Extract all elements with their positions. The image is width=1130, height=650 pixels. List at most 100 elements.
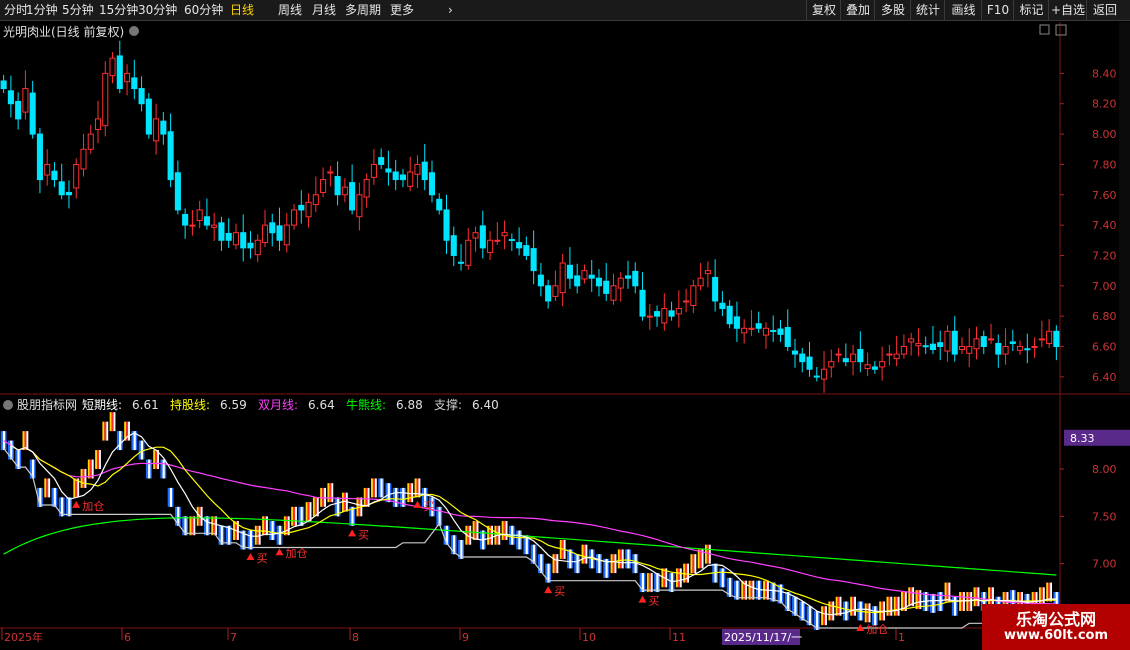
x-axis-label: 8 (352, 631, 359, 644)
diamond-icon[interactable] (1039, 24, 1050, 35)
ind-bar (501, 521, 504, 540)
ind-bar (748, 580, 751, 600)
main-y-label: 7.80 (1092, 158, 1117, 171)
ind-bar (491, 525, 493, 545)
candle-body (661, 308, 668, 324)
candle-body (487, 239, 494, 253)
toolbar-button-5[interactable]: F10 (981, 0, 1014, 20)
candle-body (668, 310, 675, 317)
x-axis-label: 7 (230, 631, 237, 644)
ind-bar (407, 483, 410, 503)
candle-body (370, 163, 377, 178)
ind-bar (772, 582, 775, 602)
toolbar-button-7[interactable]: +自选 (1048, 0, 1087, 20)
candle-body (196, 209, 203, 222)
ind-bar (26, 431, 29, 451)
candle-body (632, 270, 639, 287)
period-tab-5[interactable]: 60分钟 (184, 1, 223, 19)
ind-bar (409, 483, 412, 503)
ind-bar (741, 580, 744, 600)
toolbar-button-4[interactable]: 画线 (944, 0, 982, 20)
ind-bar (215, 516, 218, 536)
ind-bar (106, 421, 109, 441)
cursor-date: 2025/11/17/一 (724, 631, 802, 644)
ind-bar (285, 516, 288, 536)
ind-bar (694, 554, 697, 574)
candle-body (1053, 330, 1060, 347)
period-tab-7[interactable]: 周线 (278, 1, 302, 19)
candle-body (624, 275, 632, 279)
period-tab-9[interactable]: 多周期 (345, 1, 381, 19)
candle-body (995, 342, 1002, 355)
candle-body (1046, 330, 1053, 344)
toolbar-button-3[interactable]: 统计 (910, 0, 945, 20)
candle-body (762, 327, 769, 336)
toolbar-button-2[interactable]: 多股 (874, 0, 911, 20)
ind-bar (371, 478, 373, 498)
candle-body (966, 345, 973, 354)
candle-body (813, 375, 820, 378)
candle-body (174, 172, 181, 211)
candle-body (784, 327, 791, 347)
ind-bar (148, 459, 151, 479)
candles-layer (0, 40, 1060, 393)
period-tab-8[interactable]: 月线 (312, 1, 336, 19)
ind-dropdown-icon[interactable] (3, 400, 13, 410)
ind-label-1: 持股线: (170, 397, 210, 412)
candle-body (900, 345, 907, 355)
candle-body (327, 171, 334, 174)
candle-body (537, 274, 544, 287)
ind-bar (99, 450, 101, 469)
ind-bar (256, 525, 259, 545)
period-tab-6[interactable]: 日线 (230, 1, 254, 19)
ind-bar (283, 516, 286, 536)
chevron-right-icon[interactable]: › (448, 1, 453, 19)
toolbar-button-1[interactable]: 叠加 (840, 0, 875, 20)
ind-bar (648, 573, 651, 593)
main-title: 光明肉业(日线 前复权) (3, 24, 124, 39)
ind-bar (675, 568, 678, 588)
ind-bar (852, 596, 855, 616)
ind-bar (554, 554, 557, 574)
ind-bar (656, 573, 659, 593)
period-tab-1[interactable]: 1分钟 (26, 1, 58, 19)
toolbar-button-6[interactable]: 标记 (1013, 0, 1049, 20)
period-tab-3[interactable]: 15分钟 (99, 1, 138, 19)
candle-body (610, 285, 617, 301)
ind-bar (821, 606, 824, 626)
ind-bar (300, 506, 303, 526)
ind-bar (954, 596, 957, 616)
candle-body (552, 285, 559, 297)
period-tab-0[interactable]: 分时 (4, 1, 28, 19)
period-tab-2[interactable]: 5分钟 (62, 1, 94, 19)
candle-body (639, 289, 646, 317)
candle-body (73, 163, 80, 189)
candle-body (29, 92, 36, 135)
window-icon[interactable] (1055, 24, 1067, 36)
x-axis-label: 1 (898, 631, 905, 644)
candle-body (349, 182, 356, 211)
ind-bar (736, 580, 739, 600)
candle-body (886, 353, 893, 356)
ind-bar (670, 573, 674, 593)
period-tab-4[interactable]: 30分钟 (138, 1, 177, 19)
ind-bar (825, 606, 827, 626)
toolbar-button-0[interactable]: 复权 (806, 0, 841, 20)
period-tab-10[interactable]: 更多 (390, 1, 414, 19)
kline-chart[interactable]: 加仓买 加仓买买买买加仓 8.408.208.007.807.607.407.20… (0, 0, 1130, 650)
candle-body (523, 245, 530, 256)
ind-bar (80, 468, 83, 488)
candle-body (777, 328, 784, 335)
candle-body (690, 285, 697, 307)
ind-label-3: 牛熊线: (346, 397, 386, 412)
ind-bar (866, 603, 869, 623)
candle-body (167, 131, 174, 181)
ind-bar (552, 554, 555, 574)
ind-bar (973, 587, 976, 607)
toolbar-button-8[interactable]: 返回 (1086, 0, 1123, 20)
ind-bar (44, 478, 47, 498)
dropdown-icon[interactable] (129, 26, 139, 36)
ind-bar (830, 601, 833, 621)
candle-body (791, 350, 799, 355)
candle-body (712, 276, 719, 302)
